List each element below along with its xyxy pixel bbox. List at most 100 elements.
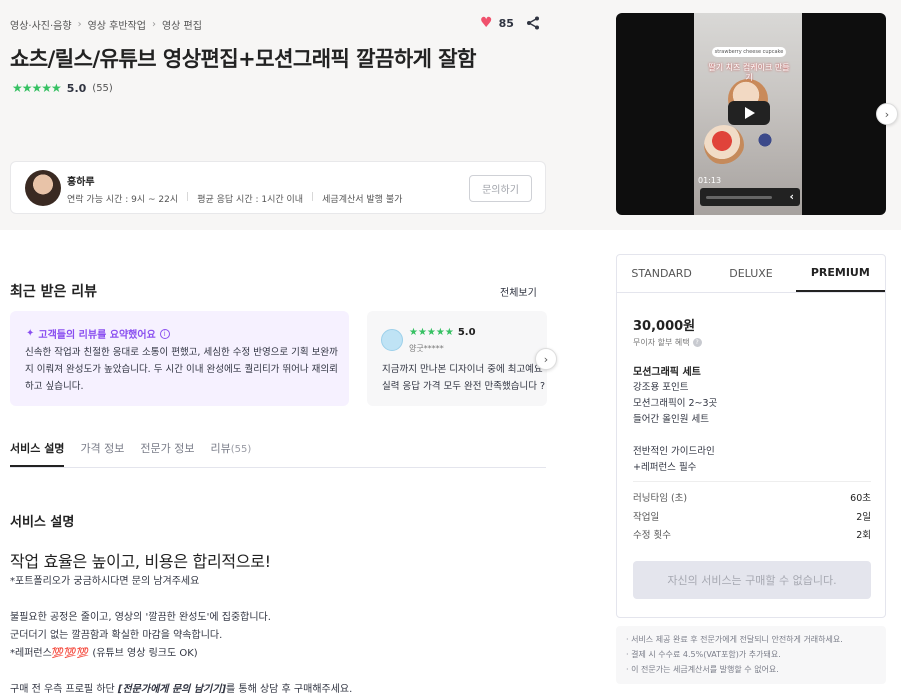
rating-summary[interactable]: ★★★★★ 5.0 (55) xyxy=(12,81,113,95)
spec-row: 수정 횟수 2회 xyxy=(633,527,871,541)
spec-row: 러닝타임 (초) 60초 xyxy=(633,490,871,504)
installment-text: 무이자 할부 혜택 xyxy=(633,338,690,347)
page-title: 쇼츠/릴스/유튜브 영상편집+모션그래픽 깔끔하게 잘함 xyxy=(10,47,476,71)
contact-hours: 연락 가능 시간 : 9시 ~ 22시 xyxy=(67,195,179,205)
next-review-button[interactable]: › xyxy=(535,348,557,370)
blueberry-image xyxy=(750,125,780,155)
installment-benefit: 무이자 할부 혜택 ? xyxy=(633,337,702,348)
like-button[interactable]: ♥ 85 xyxy=(480,15,514,31)
tab-deluxe[interactable]: DELUXE xyxy=(706,255,795,292)
package-panel: STANDARD DELUXE PREMIUM 30,000원 무이자 할부 혜… xyxy=(616,254,886,618)
package-name: 모션그래픽 세트 xyxy=(633,367,701,378)
service-heading: 서비스 설명 xyxy=(10,515,75,530)
info-icon[interactable]: i xyxy=(159,328,170,339)
review-card[interactable]: ★★★★★ 5.0 양굿***** 지금까지 만나본 디자이너 중에 최고예요 … xyxy=(367,311,547,406)
notice-line: · 서비스 제공 완료 후 전문가에게 전달되니 안전하게 거래하세요. xyxy=(626,635,843,644)
review-score: 5.0 xyxy=(457,327,476,338)
chevron-right-icon: › xyxy=(543,352,549,366)
service-description: *포트폴리오가 궁금하시다면 문의 남겨주세요 불필요한 공정은 줄이고, 영상… xyxy=(10,573,540,699)
description-line: 불필요한 공정은 줄이고, 영상의 '깔끔한 완성도'에 집중합니다. xyxy=(10,612,271,623)
tab-standard[interactable]: STANDARD xyxy=(617,255,706,292)
cupcake-image xyxy=(704,125,744,165)
sparkle-icon: ✦ xyxy=(26,328,35,339)
description-line: *레퍼런스💯💯💯 (유튜브 영상 링크도 OK) xyxy=(10,648,198,659)
package-desc-line: 전반적인 가이드라인 xyxy=(633,446,715,457)
chevron-right-icon: › xyxy=(77,19,82,30)
video-time: 01:13 xyxy=(698,176,722,185)
breadcrumb-item[interactable]: 영상·사진·음향 xyxy=(10,17,72,32)
chevron-left-icon[interactable]: ‹ xyxy=(789,190,794,203)
breadcrumb-item[interactable]: 영상 후반작업 xyxy=(88,17,146,32)
description-emphasis: [전문가에게 문의 남기기] xyxy=(117,684,227,695)
detail-tabs: 서비스 설명 가격 정보 전문가 정보 리뷰(55) xyxy=(10,440,546,468)
package-price: 30,000원 xyxy=(633,319,696,334)
notice-line: · 이 전문가는 세금계산서를 발행할 수 없어요. xyxy=(626,665,779,674)
description-line: *포트폴리오가 궁금하시다면 문의 남겨주세요 xyxy=(10,576,200,587)
spec-row: 작업일 2일 xyxy=(633,509,871,523)
review-line: 실력 응답 가격 모두 완전 만족했습니다 ? xyxy=(382,381,546,392)
review-text: 지금까지 만나본 디자이너 중에 최고예요 실력 응답 가격 모두 완전 만족했… xyxy=(382,361,547,395)
spec-value: 2일 xyxy=(856,512,871,523)
avatar[interactable] xyxy=(25,170,61,206)
tab-premium[interactable]: PREMIUM xyxy=(795,255,885,292)
like-count: 85 xyxy=(498,16,514,30)
reviews-heading: 최근 받은 리뷰 xyxy=(10,284,98,300)
see-all-reviews-link[interactable]: 전체보기 xyxy=(500,284,537,299)
description-text: 구매 전 우측 프로필 하단 xyxy=(10,684,118,695)
tab-expert-info[interactable]: 전문가 정보 xyxy=(140,440,194,467)
chevron-right-icon: › xyxy=(151,19,156,30)
avatar xyxy=(381,329,403,351)
star-rating-icon: ★★★★★ xyxy=(12,81,62,95)
seller-name[interactable]: 홍하루 xyxy=(67,173,95,188)
package-desc-line: +레퍼런스 필수 xyxy=(633,462,697,473)
package-tabs: STANDARD DELUXE PREMIUM xyxy=(617,255,885,293)
tab-reviews[interactable]: 리뷰(55) xyxy=(211,440,252,467)
description-line: 군더더기 없는 깔끔함과 확실한 마감을 약속합니다. xyxy=(10,630,223,641)
breadcrumb-item[interactable]: 영상 편집 xyxy=(162,17,202,32)
breadcrumb: 영상·사진·음향 › 영상 후반작업 › 영상 편집 xyxy=(10,17,202,32)
description-text: 를 통해 상담 후 구매해주세요. xyxy=(226,684,353,695)
summary-title-text: 고객들의 리뷰를 요약했어요 xyxy=(38,330,156,341)
package-desc-line: 들어간 올인원 세트 xyxy=(633,414,709,425)
purchase-notice: · 서비스 제공 완료 후 전문가에게 전달되니 안전하게 거래하세요. · 결… xyxy=(616,626,886,684)
tab-price-info[interactable]: 가격 정보 xyxy=(80,440,124,467)
summary-text: 신속한 작업과 친절한 응대로 소통이 편했고, 세심한 수정 반영으로 기획 … xyxy=(25,347,338,392)
tab-label: 리뷰 xyxy=(210,442,231,455)
next-slide-button[interactable]: › xyxy=(876,103,898,125)
package-desc-line: 모션그래픽이 2~3곳 xyxy=(633,398,718,409)
video-player[interactable]: strawberry cheese cupcake 딸기 치즈 컵케이크 만들기… xyxy=(616,13,886,215)
seller-info: 연락 가능 시간 : 9시 ~ 22시 | 평균 응답 시간 : 1시간 이내 … xyxy=(67,192,402,205)
service-headline: 작업 효율은 높이고, 비용은 합리적으로! xyxy=(10,552,271,571)
spec-value: 60초 xyxy=(850,493,871,504)
rating-count: (55) xyxy=(92,82,113,94)
description-line: 구매 전 우측 프로필 하단 [전문가에게 문의 남기기]를 통해 상담 후 구… xyxy=(10,681,540,699)
purchase-button[interactable]: 자신의 서비스는 구매할 수 없습니다. xyxy=(633,561,871,599)
heart-icon: ♥ xyxy=(480,15,493,31)
spec-label: 러닝타임 (초) xyxy=(633,493,688,504)
review-user: 양굿***** xyxy=(409,344,444,353)
package-description: 강조용 포인트 모션그래픽이 2~3곳 들어간 올인원 세트 전반적인 가이드라… xyxy=(633,380,873,476)
spec-label: 수정 횟수 xyxy=(633,530,671,541)
star-rating-icon: ★★★★★ xyxy=(409,327,454,338)
inquiry-button[interactable]: 문의하기 xyxy=(469,175,532,202)
video-progress-bar[interactable]: ‹ xyxy=(700,188,800,206)
play-icon[interactable] xyxy=(728,101,770,125)
review-summary-card: ✦ 고객들의 리뷰를 요약했어요 i 신속한 작업과 친절한 응대로 소통이 편… xyxy=(10,311,349,406)
divider: | xyxy=(311,192,315,202)
tab-count: (55) xyxy=(230,444,252,455)
progress-track[interactable] xyxy=(706,196,772,199)
share-icon[interactable] xyxy=(526,16,540,30)
notice-line: · 결제 시 수수료 4.5%(VAT포함)가 추가돼요. xyxy=(626,650,781,659)
spec-value: 2회 xyxy=(856,530,871,541)
package-desc-line: 강조용 포인트 xyxy=(633,382,689,393)
chevron-right-icon: › xyxy=(884,107,890,121)
help-icon[interactable]: ? xyxy=(692,338,702,347)
tab-service-description[interactable]: 서비스 설명 xyxy=(10,440,65,467)
seller-card: 홍하루 연락 가능 시간 : 9시 ~ 22시 | 평균 응답 시간 : 1시간… xyxy=(10,161,546,214)
response-time: 평균 응답 시간 : 1시간 이내 xyxy=(197,195,304,205)
review-line: 지금까지 만나본 디자이너 중에 최고예요 xyxy=(382,364,543,375)
video-subtitle: 딸기 치즈 컵케이크 만들기 xyxy=(708,63,790,82)
tax-invoice: 세금계산서 발행 불가 xyxy=(322,195,403,205)
divider: | xyxy=(186,192,190,202)
divider xyxy=(633,481,871,482)
